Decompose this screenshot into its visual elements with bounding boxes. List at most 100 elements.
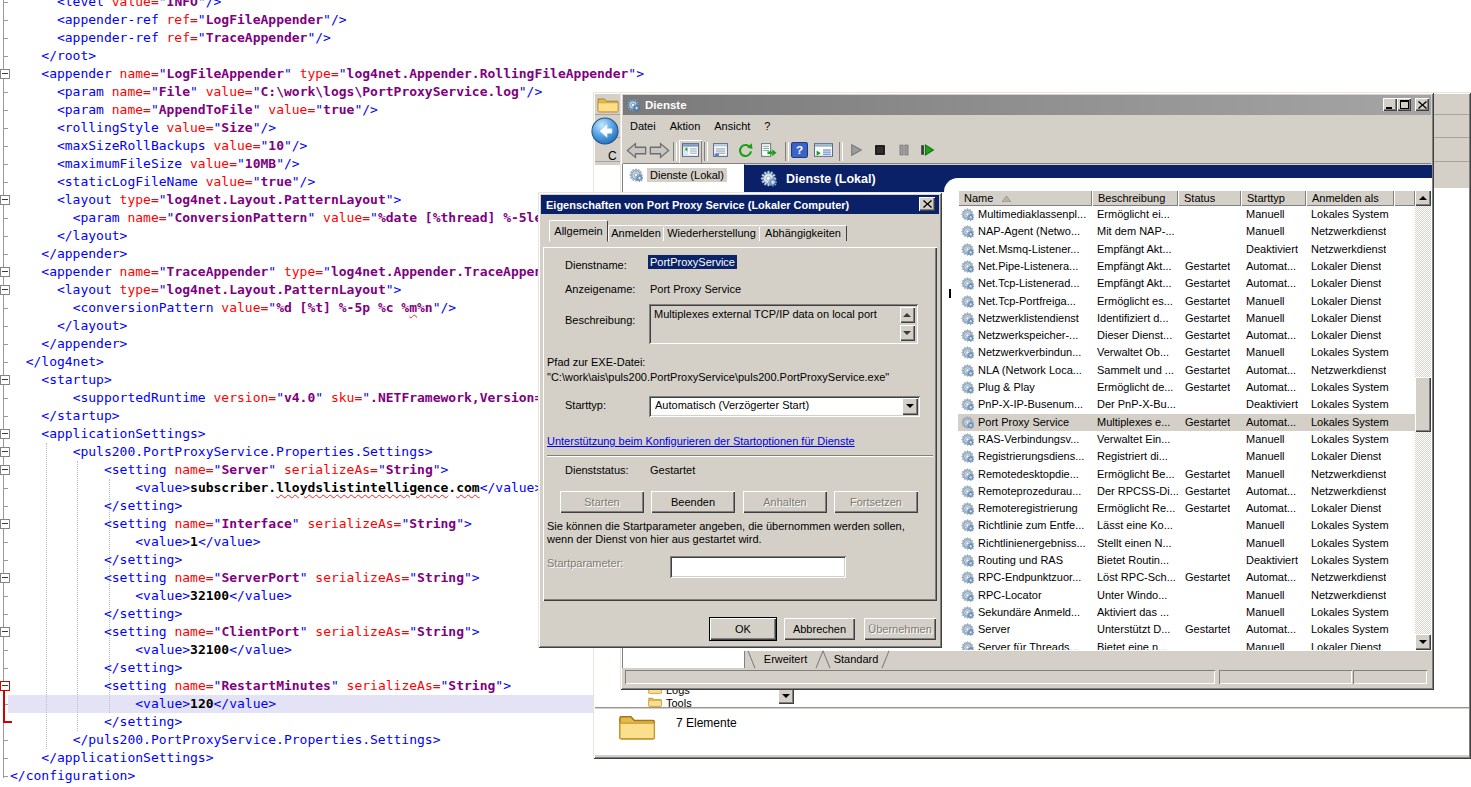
- extended-view-icon[interactable]: [814, 142, 833, 162]
- service-row[interactable]: Net.Msmq-Listener...Empfängt Akt...Deakt…: [958, 241, 1415, 258]
- ok-button[interactable]: OK: [710, 618, 776, 640]
- service-row[interactable]: Routing und RASBietet Routin...Deaktivie…: [958, 552, 1415, 569]
- beenden-button[interactable]: Beenden: [651, 491, 735, 513]
- service-row[interactable]: Plug & PlayErmöglicht de...GestartetAuto…: [958, 379, 1415, 396]
- export-list-icon[interactable]: [760, 142, 777, 162]
- fold-toggle[interactable]: [0, 195, 10, 205]
- column-header-beschreibung[interactable]: Beschreibung: [1092, 190, 1178, 206]
- fold-toggle[interactable]: [0, 69, 10, 79]
- close-icon[interactable]: [919, 197, 935, 211]
- back-button[interactable]: [591, 117, 619, 149]
- toolbar-separator: [839, 142, 843, 161]
- startparameter-input[interactable]: [670, 556, 846, 578]
- refresh-icon[interactable]: [737, 142, 754, 162]
- service-row[interactable]: Net.Tcp-Portfreiga...Ermöglicht es...Ges…: [958, 293, 1415, 310]
- fold-toggle[interactable]: [0, 375, 10, 385]
- fold-toggle[interactable]: [0, 285, 10, 295]
- service-row[interactable]: Netzwerkverbindun...Verwaltet Ob...Gesta…: [958, 344, 1415, 361]
- service-row[interactable]: Net.Pipe-Listenera...Empfängt Akt...Gest…: [958, 258, 1415, 275]
- combo-dropdown-button[interactable]: [778, 689, 794, 704]
- uebernehmen-button[interactable]: Übernehmen: [864, 618, 936, 640]
- fortsetzen-button[interactable]: Fortsetzen: [834, 491, 918, 513]
- service-row[interactable]: RPC-Endpunktzuor...Löst RPC-Sch...Gestar…: [958, 569, 1415, 586]
- fold-toggle[interactable]: [0, 447, 10, 457]
- abbrechen-button[interactable]: Abbrechen: [784, 618, 855, 640]
- tab-standard[interactable]: Standard: [823, 651, 889, 668]
- cell-beschreibung: Aktiviert das ...: [1097, 606, 1169, 618]
- stop-service-icon[interactable]: [872, 142, 888, 162]
- menu-aktion[interactable]: Aktion: [663, 118, 708, 134]
- service-row[interactable]: ServerUnterstützt D...GestartetAutomat..…: [958, 621, 1415, 638]
- service-row[interactable]: Netzwerkspeicher-...Dieser Dienst...Gest…: [958, 327, 1415, 344]
- tab-wiederherstellung[interactable]: Wiederherstellung: [663, 225, 760, 241]
- service-row[interactable]: Richtlinie zum Entfe...Lässt eine Ko...M…: [958, 517, 1415, 534]
- pause-service-icon[interactable]: [896, 142, 912, 162]
- tree-item-dienste-lokal[interactable]: Dienste (Lokal): [629, 168, 727, 182]
- scroll-down-button[interactable]: [900, 325, 915, 341]
- chevron-down-icon[interactable]: [902, 398, 918, 415]
- fold-toggle[interactable]: [0, 429, 10, 439]
- service-row[interactable]: RPC-LocatorUnter Windo...ManuellNetzwerk…: [958, 587, 1415, 604]
- fold-toggle[interactable]: [0, 681, 10, 691]
- tab-erweitert[interactable]: Erweitert: [748, 651, 823, 668]
- service-row[interactable]: Richtlinienergebniss...Stellt einen N...…: [958, 535, 1415, 552]
- scroll-up-button[interactable]: [1415, 190, 1431, 206]
- service-row[interactable]: RAS-Verbindungsv...Verwaltet Ein...Manue…: [958, 431, 1415, 448]
- service-row[interactable]: Server für Threads...Bietet eine n...Man…: [958, 639, 1415, 651]
- help-icon[interactable]: ?: [791, 142, 808, 162]
- service-row[interactable]: Net.Tcp-Listenerad...Empfängt Akt...Gest…: [958, 275, 1415, 292]
- scroll-down-button[interactable]: [1415, 634, 1431, 650]
- startoptions-help-link[interactable]: Unterstützung beim Konfigurieren der Sta…: [547, 435, 855, 447]
- service-row[interactable]: PnP-X-IP-Busenum...Der PnP-X-Bu...Deakti…: [958, 396, 1415, 413]
- cell-beschreibung: Ermöglicht ei...: [1097, 208, 1170, 220]
- service-row[interactable]: NetzwerklistendienstIdentifiziert d...Ge…: [958, 310, 1415, 327]
- restart-service-icon[interactable]: [918, 142, 935, 162]
- tab-abhaengigkeiten[interactable]: Abhängigkeiten: [759, 225, 847, 241]
- anhalten-button[interactable]: Anhalten: [743, 491, 827, 513]
- back-icon[interactable]: [626, 142, 647, 163]
- scrollbar-thumb[interactable]: [1415, 377, 1431, 432]
- service-row[interactable]: Multimediaklassenpl...Ermöglicht ei...Ma…: [958, 206, 1415, 223]
- cell-name: Remoteregistrierung: [978, 502, 1078, 514]
- service-row[interactable]: Port Proxy ServiceMultiplexes e...Gestar…: [958, 414, 1415, 431]
- dialog-title: Eigenschaften von Port Proxy Service (Lo…: [546, 199, 849, 211]
- fold-tick: [3, 506, 8, 507]
- service-row[interactable]: NAP-Agent (Netwo...Mit dem NAP-...Manuel…: [958, 223, 1415, 240]
- fold-toggle[interactable]: [0, 267, 10, 277]
- fold-toggle[interactable]: [0, 627, 10, 637]
- starttyp-combobox[interactable]: Automatisch (Verzögerter Start): [649, 396, 920, 417]
- service-row[interactable]: Remoteprozedurau...Der RPCSS-Di...Gestar…: [958, 483, 1415, 500]
- column-header-status[interactable]: Status: [1178, 190, 1241, 206]
- maximize-button[interactable]: [1397, 98, 1411, 111]
- tab-anmelden[interactable]: Anmelden: [608, 225, 664, 241]
- dialog-titlebar[interactable]: Eigenschaften von Port Proxy Service (Lo…: [541, 195, 939, 214]
- dienstname-value[interactable]: PortProxyService: [648, 255, 737, 269]
- scroll-up-button[interactable]: [900, 307, 915, 323]
- minimize-button[interactable]: [1383, 98, 1397, 111]
- column-header-name[interactable]: Name: [958, 190, 1092, 206]
- column-header-starttyp[interactable]: Starttyp: [1241, 190, 1306, 206]
- service-row[interactable]: NLA (Network Loca...Sammelt und ...Gesta…: [958, 362, 1415, 379]
- starten-button[interactable]: Starten: [560, 491, 644, 513]
- close-icon[interactable]: [1415, 98, 1429, 111]
- services-window-titlebar[interactable]: Dienste: [623, 95, 1431, 115]
- service-row[interactable]: RemoteregistrierungErmöglicht Re...Gesta…: [958, 500, 1415, 517]
- service-row[interactable]: Sekundäre Anmeld...Aktiviert das ...Manu…: [958, 604, 1415, 621]
- forward-icon[interactable]: [649, 142, 670, 163]
- tab-allgemein[interactable]: Allgemein: [549, 220, 608, 242]
- service-row[interactable]: Remotedesktopdie...Ermöglicht Be...Gesta…: [958, 466, 1415, 483]
- show-list-icon[interactable]: [712, 142, 729, 162]
- screen: <level value="INFO"/><appender-ref ref="…: [0, 0, 1471, 787]
- tree-toggle-icon[interactable]: [679, 140, 702, 164]
- cell-beschreibung: Verwaltet Ob...: [1097, 346, 1169, 358]
- fold-toggle[interactable]: [0, 573, 10, 583]
- service-row[interactable]: Registrierungsdiens...Registriert di...M…: [958, 448, 1415, 465]
- menu-ansicht[interactable]: Ansicht: [707, 118, 757, 134]
- start-service-icon[interactable]: [848, 142, 864, 162]
- fold-toggle[interactable]: [0, 465, 10, 475]
- menu-hilfe[interactable]: ?: [757, 118, 777, 134]
- fold-toggle[interactable]: [0, 519, 10, 529]
- beschreibung-box[interactable]: Multiplexes external TCP/IP data on loca…: [649, 304, 918, 344]
- column-header-anmelden-als[interactable]: Anmelden als: [1306, 190, 1394, 206]
- menu-datei[interactable]: Datei: [623, 118, 663, 134]
